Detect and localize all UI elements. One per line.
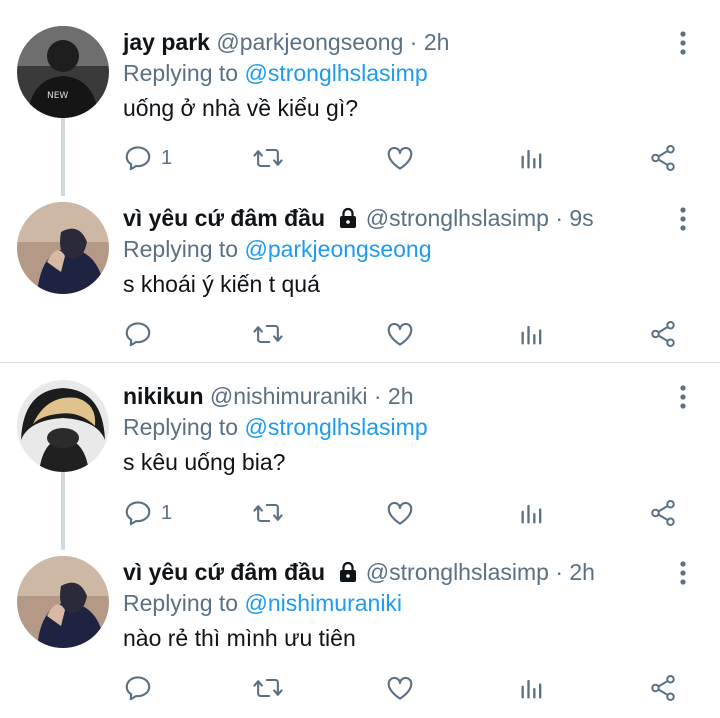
more-icon[interactable] <box>668 204 698 234</box>
like-icon <box>387 501 413 525</box>
share-icon <box>651 500 675 526</box>
replying-to-label: Replying to <box>123 590 239 616</box>
timestamp[interactable]: · 2h <box>374 383 414 409</box>
handle[interactable]: @stronglhslasimp <box>366 559 549 585</box>
display-name[interactable]: vì yêu cứ đâm đầu <box>123 559 325 585</box>
divider <box>0 362 720 363</box>
tweet-header: vì yêu cứ đâm đầu @stronglhslasimp · 2h <box>123 556 595 588</box>
share-button[interactable] <box>648 493 678 533</box>
analytics-button[interactable] <box>518 493 546 533</box>
like-button[interactable] <box>385 138 415 178</box>
avatar[interactable] <box>17 202 109 294</box>
tweet-actions <box>0 668 720 708</box>
retweet-icon <box>253 678 283 698</box>
analytics-icon <box>521 679 542 699</box>
more-icon[interactable] <box>668 382 698 412</box>
svg-text:NEW: NEW <box>47 91 68 101</box>
reply-count: 1 <box>161 146 173 169</box>
tweet[interactable]: vì yêu cứ đâm đầu @stronglhslasimp · 2h … <box>0 556 720 706</box>
reply-icon <box>125 676 151 701</box>
retweet-icon <box>253 503 283 523</box>
retweet-button[interactable] <box>252 668 284 708</box>
like-icon <box>387 146 413 170</box>
tweet-header: jay park @parkjeongseong · 2h <box>123 26 449 58</box>
share-icon <box>651 321 675 347</box>
like-icon <box>387 322 413 346</box>
analytics-button[interactable] <box>518 668 546 708</box>
analytics-icon <box>521 325 542 345</box>
avatar[interactable] <box>17 556 109 648</box>
replying-to: Replying to @stronglhslasimp <box>123 58 428 88</box>
like-button[interactable] <box>385 668 415 708</box>
tweet-header: nikikun @nishimuraniki · 2h <box>123 380 414 412</box>
tweet-header: vì yêu cứ đâm đầu @stronglhslasimp · 9s <box>123 202 594 234</box>
more-icon[interactable] <box>668 28 698 58</box>
replying-to-mention[interactable]: @stronglhslasimp <box>244 60 427 86</box>
share-button[interactable] <box>648 314 678 354</box>
handle[interactable]: @stronglhslasimp <box>366 205 549 231</box>
reply-button[interactable]: 1 <box>123 138 172 178</box>
lock-icon <box>340 561 357 582</box>
share-button[interactable] <box>648 138 678 178</box>
like-button[interactable] <box>385 314 415 354</box>
reply-icon <box>125 501 151 526</box>
reply-icon <box>125 322 151 347</box>
replying-to-label: Replying to <box>123 60 239 86</box>
replying-to-label: Replying to <box>123 236 239 262</box>
retweet-button[interactable] <box>252 138 284 178</box>
tweet-text: s kêu uống bia? <box>123 449 286 475</box>
replying-to-label: Replying to <box>123 414 239 440</box>
tweet[interactable]: NEW jay park @parkjeongseong · 2h Replyi… <box>0 26 720 176</box>
share-icon <box>651 145 675 171</box>
reply-button[interactable] <box>123 668 161 708</box>
tweet[interactable]: nikikun @nishimuraniki · 2h Replying to … <box>0 380 720 530</box>
avatar[interactable] <box>17 380 109 472</box>
analytics-button[interactable] <box>518 314 546 354</box>
tweet-actions: 1 <box>0 138 720 178</box>
retweet-icon <box>253 148 283 168</box>
like-button[interactable] <box>385 493 415 533</box>
display-name[interactable]: jay park <box>123 29 210 55</box>
replying-to-mention[interactable]: @stronglhslasimp <box>244 414 427 440</box>
retweet-button[interactable] <box>252 493 284 533</box>
reply-button[interactable] <box>123 314 161 354</box>
tweet-text: uống ở nhà về kiểu gì? <box>123 95 359 121</box>
share-icon <box>651 675 675 701</box>
handle[interactable]: @nishimuraniki <box>210 383 368 409</box>
tweet-actions: 1 <box>0 493 720 533</box>
replying-to-mention[interactable]: @nishimuraniki <box>244 590 402 616</box>
replying-to: Replying to @parkjeongseong <box>123 234 432 264</box>
display-name[interactable]: nikikun <box>123 383 204 409</box>
lock-icon <box>340 207 357 228</box>
analytics-button[interactable] <box>518 138 546 178</box>
retweet-icon <box>253 324 283 344</box>
analytics-icon <box>521 149 542 169</box>
display-name[interactable]: vì yêu cứ đâm đầu <box>123 205 325 231</box>
reply-count: 1 <box>161 501 173 524</box>
replying-to: Replying to @stronglhslasimp <box>123 412 428 442</box>
analytics-icon <box>521 504 542 524</box>
tweet-actions <box>0 314 720 354</box>
more-icon[interactable] <box>668 558 698 588</box>
replying-to-mention[interactable]: @parkjeongseong <box>244 236 431 262</box>
tweet-text: s khoái ý kiến t quá <box>123 271 320 297</box>
share-button[interactable] <box>648 668 678 708</box>
reply-button[interactable]: 1 <box>123 493 172 533</box>
timestamp[interactable]: · 2h <box>555 559 595 585</box>
tweet-text: nào rẻ thì mình ưu tiên <box>123 625 356 651</box>
reply-icon <box>125 146 151 171</box>
like-icon <box>387 676 413 700</box>
handle[interactable]: @parkjeongseong <box>216 29 403 55</box>
timestamp[interactable]: · 9s <box>555 205 593 231</box>
timestamp[interactable]: · 2h <box>410 29 450 55</box>
tweet[interactable]: vì yêu cứ đâm đầu @stronglhslasimp · 9s … <box>0 202 720 352</box>
avatar[interactable]: NEW <box>17 26 109 118</box>
retweet-button[interactable] <box>252 314 284 354</box>
replying-to: Replying to @nishimuraniki <box>123 588 402 618</box>
